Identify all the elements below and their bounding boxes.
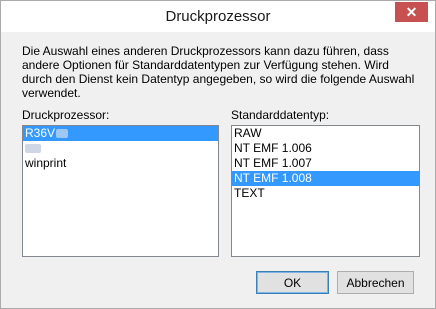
redacted-text: [56, 129, 69, 139]
close-button[interactable]: ✕: [395, 2, 428, 22]
close-icon: ✕: [405, 3, 418, 20]
ok-button[interactable]: OK: [256, 271, 329, 294]
processor-item-redacted[interactable]: [23, 141, 218, 156]
datatype-listbox[interactable]: RAW NT EMF 1.006 NT EMF 1.007 NT EMF 1.0…: [231, 125, 420, 257]
datatype-item-nt-emf-1008[interactable]: NT EMF 1.008: [232, 171, 419, 186]
processor-listbox[interactable]: R36V winprint: [22, 125, 219, 257]
cancel-button[interactable]: Abbrechen: [337, 271, 414, 294]
title-bar[interactable]: Druckprozessor ✕: [1, 1, 435, 32]
datatype-item-text[interactable]: TEXT: [232, 186, 419, 201]
datatype-item-nt-emf-1006[interactable]: NT EMF 1.006: [232, 141, 419, 156]
dialog-content: Die Auswahl eines anderen Druckprozessor…: [8, 32, 428, 302]
processor-item-label: R36V: [25, 126, 56, 140]
dialog-window: Druckprozessor ✕ Die Auswahl eines ander…: [0, 0, 436, 309]
datatype-list-label: Standarddatentyp:: [231, 108, 330, 122]
window-title: Druckprozessor: [165, 8, 271, 25]
datatype-item-nt-emf-1007[interactable]: NT EMF 1.007: [232, 156, 419, 171]
description-text: Die Auswahl eines anderen Druckprozessor…: [22, 44, 415, 100]
processor-list-label: Druckprozessor:: [22, 108, 110, 122]
redacted-text: [25, 144, 41, 154]
processor-item-label: winprint: [25, 156, 67, 170]
processor-item-winprint[interactable]: winprint: [23, 156, 218, 171]
processor-item-r36v[interactable]: R36V: [23, 126, 218, 141]
datatype-item-raw[interactable]: RAW: [232, 126, 419, 141]
